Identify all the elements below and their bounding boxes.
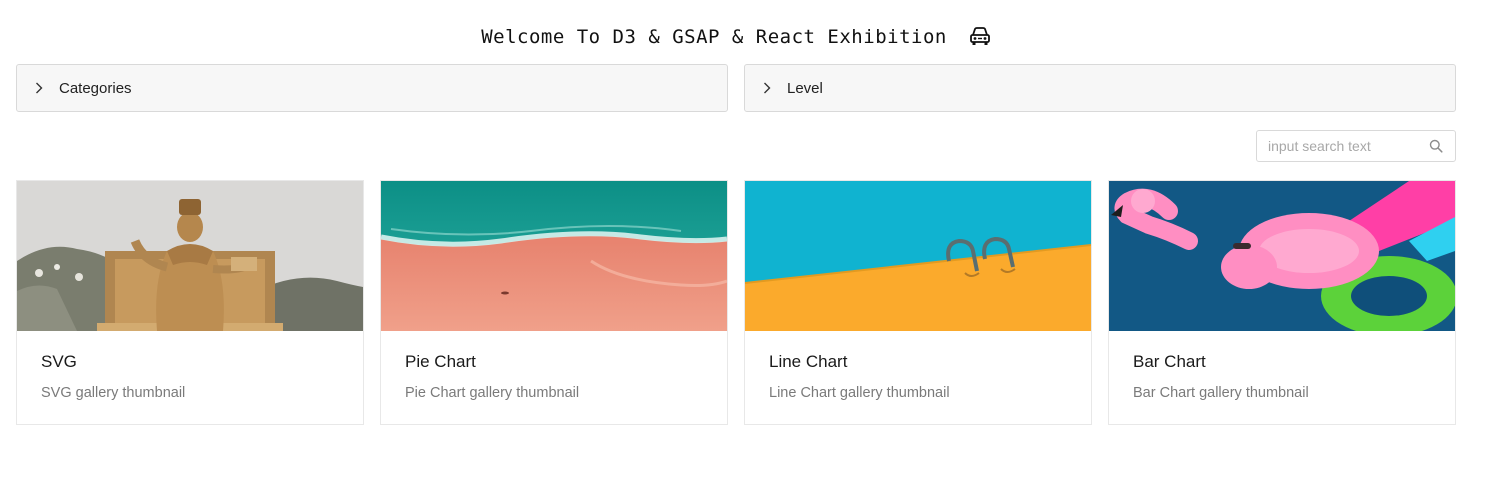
card-title: Pie Chart (405, 352, 476, 371)
gallery-card-bar-chart[interactable]: Bar Chart Bar Chart gallery thumbnail (1108, 180, 1456, 425)
pool-ladder-thumbnail (745, 181, 1091, 331)
chevron-right-icon (35, 82, 45, 94)
card-title: Bar Chart (1133, 352, 1206, 371)
categories-collapse[interactable]: Categories (16, 64, 728, 112)
card-title: SVG (41, 352, 77, 371)
search-box (1256, 130, 1456, 162)
search-icon[interactable] (1429, 139, 1443, 153)
card-description: SVG gallery thumbnail (41, 385, 186, 401)
gallery-card-line-chart[interactable]: Line Chart Line Chart gallery thumbnail (744, 180, 1092, 425)
level-collapse[interactable]: Level (744, 64, 1456, 112)
pool-floats-thumbnail (1109, 181, 1455, 331)
level-label: Level (787, 79, 823, 97)
search-input[interactable] (1257, 132, 1417, 160)
gallery-card-pie-chart[interactable]: Pie Chart Pie Chart gallery thumbnail (380, 180, 728, 425)
king-statue-thumbnail (17, 181, 363, 331)
card-title: Line Chart (769, 352, 848, 371)
beach-shore-thumbnail (381, 181, 727, 331)
page-title-text: Welcome To D3 & GSAP & React Exhibition (481, 26, 947, 48)
gallery-card-svg[interactable]: SVG SVG gallery thumbnail (16, 180, 364, 425)
categories-label: Categories (59, 79, 132, 97)
card-description: Pie Chart gallery thumbnail (405, 385, 580, 401)
chevron-right-icon (763, 82, 773, 94)
page-title: Welcome To D3 & GSAP & React Exhibition (0, 26, 1472, 51)
card-description: Bar Chart gallery thumbnail (1133, 385, 1309, 401)
card-description: Line Chart gallery thumbnail (769, 385, 950, 401)
car-icon (969, 26, 991, 51)
